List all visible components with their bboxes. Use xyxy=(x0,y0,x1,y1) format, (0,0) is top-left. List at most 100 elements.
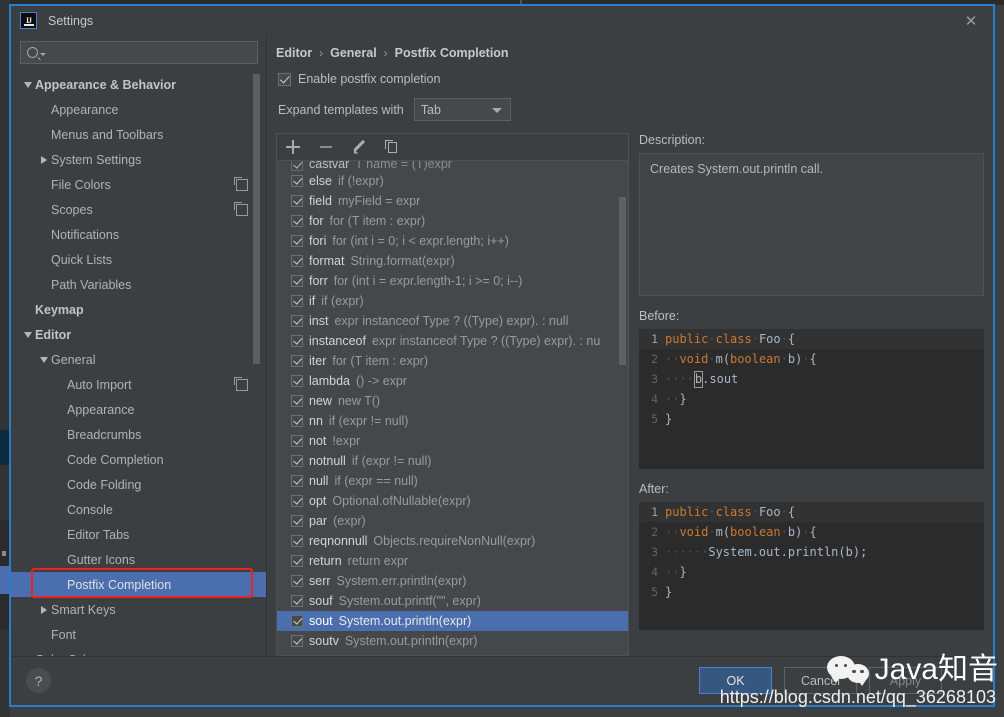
copy-settings-icon[interactable] xyxy=(234,377,248,391)
template-row[interactable]: fori for (int i = 0; i < expr.length; i++… xyxy=(277,231,628,251)
template-enabled-checkbox[interactable] xyxy=(291,175,303,187)
sidebar-item-editor-tabs[interactable]: Editor Tabs xyxy=(20,522,266,547)
template-enabled-checkbox[interactable] xyxy=(291,595,303,607)
chevron-down-icon[interactable] xyxy=(20,331,35,338)
sidebar-item-file-colors[interactable]: File Colors xyxy=(20,172,266,197)
template-enabled-checkbox[interactable] xyxy=(291,375,303,387)
template-row[interactable]: if if (expr) xyxy=(277,291,628,311)
duplicate-icon[interactable] xyxy=(384,139,400,155)
sidebar-item-path-variables[interactable]: Path Variables xyxy=(20,272,266,297)
remove-icon[interactable] xyxy=(318,139,334,155)
template-row[interactable]: nn if (expr != null) xyxy=(277,411,628,431)
template-row[interactable]: instanceof expr instanceof Type ? ((Type)… xyxy=(277,331,628,351)
sidebar-item-general[interactable]: General xyxy=(20,347,266,372)
template-row[interactable]: opt Optional.ofNullable(expr) xyxy=(277,491,628,511)
sidebar-scrollbar-thumb[interactable] xyxy=(253,74,260,364)
chevron-right-icon[interactable] xyxy=(36,605,51,614)
sidebar-item-console[interactable]: Console xyxy=(20,497,266,522)
template-row[interactable]: lambda () -> expr xyxy=(277,371,628,391)
template-row[interactable]: format String.format(expr) xyxy=(277,251,628,271)
sidebar-item-notifications[interactable]: Notifications xyxy=(20,222,266,247)
sidebar-item-keymap[interactable]: Keymap xyxy=(20,297,266,322)
sidebar-item-appearance[interactable]: Appearance xyxy=(20,97,266,122)
template-row[interactable]: field myField = expr xyxy=(277,191,628,211)
sidebar-item-quick-lists[interactable]: Quick Lists xyxy=(20,247,266,272)
search-box[interactable] xyxy=(20,41,258,64)
breadcrumb-item-general[interactable]: General xyxy=(330,46,377,60)
template-row[interactable]: iter for (T item : expr) xyxy=(277,351,628,371)
template-enabled-checkbox[interactable] xyxy=(291,435,303,447)
sidebar-item-appearance-behavior[interactable]: Appearance & Behavior xyxy=(20,72,266,97)
template-enabled-checkbox[interactable] xyxy=(291,575,303,587)
template-enabled-checkbox[interactable] xyxy=(291,535,303,547)
template-row[interactable]: soutv System.out.println(expr) xyxy=(277,631,628,651)
sidebar-item-smart-keys[interactable]: Smart Keys xyxy=(20,597,266,622)
template-row[interactable]: inst expr instanceof Type ? ((Type) expr)… xyxy=(277,311,628,331)
search-input[interactable] xyxy=(46,42,257,63)
template-enabled-checkbox[interactable] xyxy=(291,355,303,367)
sidebar-item-system-settings[interactable]: System Settings xyxy=(20,147,266,172)
template-enabled-checkbox[interactable] xyxy=(291,335,303,347)
copy-settings-icon[interactable] xyxy=(234,177,248,191)
template-row[interactable]: serr System.err.println(expr) xyxy=(277,571,628,591)
template-enabled-checkbox[interactable] xyxy=(291,395,303,407)
close-icon[interactable]: ✕ xyxy=(963,13,979,29)
template-enabled-checkbox[interactable] xyxy=(291,515,303,527)
template-enabled-checkbox[interactable] xyxy=(291,235,303,247)
template-row[interactable]: new new T() xyxy=(277,391,628,411)
cancel-button[interactable]: Cancel xyxy=(784,667,857,694)
template-row[interactable]: else if (!expr) xyxy=(277,171,628,191)
sidebar-item-code-folding[interactable]: Code Folding xyxy=(20,472,266,497)
template-row[interactable]: par (expr) xyxy=(277,511,628,531)
sidebar-item-auto-import[interactable]: Auto Import xyxy=(20,372,266,397)
chevron-down-icon[interactable] xyxy=(36,356,51,363)
template-enabled-checkbox[interactable] xyxy=(291,415,303,427)
sidebar-item-color-scheme[interactable]: Color Scheme xyxy=(20,647,266,656)
template-enabled-checkbox[interactable] xyxy=(291,475,303,487)
chevron-down-icon[interactable] xyxy=(20,81,35,88)
template-row[interactable]: sout System.out.println(expr) xyxy=(277,611,628,631)
template-enabled-checkbox[interactable] xyxy=(291,495,303,507)
expand-templates-select[interactable]: Tab xyxy=(413,98,511,121)
templates-list[interactable]: castvar T name = (T)expr else if (!expr) fie… xyxy=(276,160,629,656)
settings-tree[interactable]: Appearance & Behavior Appearance Menus and… xyxy=(11,72,266,656)
template-row[interactable]: notnull if (expr != null) xyxy=(277,451,628,471)
template-row[interactable]: null if (expr == null) xyxy=(277,471,628,491)
template-enabled-checkbox[interactable] xyxy=(291,275,303,287)
ok-button[interactable]: OK xyxy=(699,667,772,694)
sidebar-item-font[interactable]: Font xyxy=(20,622,266,647)
template-row[interactable]: souf System.out.printf("", expr) xyxy=(277,591,628,611)
template-enabled-checkbox[interactable] xyxy=(291,215,303,227)
template-enabled-checkbox[interactable] xyxy=(291,615,303,627)
copy-settings-icon[interactable] xyxy=(234,202,248,216)
template-enabled-checkbox[interactable] xyxy=(291,295,303,307)
sidebar-item-code-completion[interactable]: Code Completion xyxy=(20,447,266,472)
sidebar-item-scopes[interactable]: Scopes xyxy=(20,197,266,222)
template-row[interactable]: reqnonnull Objects.requireNonNull(expr) xyxy=(277,531,628,551)
sidebar-item-postfix-completion[interactable]: Postfix Completion xyxy=(11,572,266,597)
template-row[interactable]: for for (T item : expr) xyxy=(277,211,628,231)
breadcrumb-item-editor[interactable]: Editor xyxy=(276,46,312,60)
add-icon[interactable] xyxy=(285,139,301,155)
enable-postfix-completion-checkbox[interactable] xyxy=(278,72,291,86)
sidebar-item-gutter-icons[interactable]: Gutter Icons xyxy=(20,547,266,572)
template-row[interactable]: return return expr xyxy=(277,551,628,571)
template-enabled-checkbox[interactable] xyxy=(291,255,303,267)
template-enabled-checkbox[interactable] xyxy=(291,455,303,467)
template-enabled-checkbox[interactable] xyxy=(291,195,303,207)
template-enabled-checkbox[interactable] xyxy=(291,315,303,327)
help-button[interactable]: ? xyxy=(26,668,51,693)
sidebar-item-editor[interactable]: Editor xyxy=(20,322,266,347)
templates-scrollbar-thumb[interactable] xyxy=(619,197,626,365)
enable-postfix-completion-row[interactable]: Enable postfix completion xyxy=(267,60,993,86)
chevron-right-icon[interactable] xyxy=(36,155,51,164)
template-row[interactable]: not !expr xyxy=(277,431,628,451)
sidebar-item-breadcrumbs[interactable]: Breadcrumbs xyxy=(20,422,266,447)
template-row[interactable]: forr for (int i = expr.length-1; i >= 0; … xyxy=(277,271,628,291)
edit-icon[interactable] xyxy=(351,139,367,155)
apply-button[interactable]: Apply xyxy=(869,667,942,694)
template-row[interactable]: castvar T name = (T)expr xyxy=(277,161,628,171)
template-enabled-checkbox[interactable] xyxy=(291,161,303,171)
template-enabled-checkbox[interactable] xyxy=(291,555,303,567)
sidebar-item-appearance[interactable]: Appearance xyxy=(20,397,266,422)
